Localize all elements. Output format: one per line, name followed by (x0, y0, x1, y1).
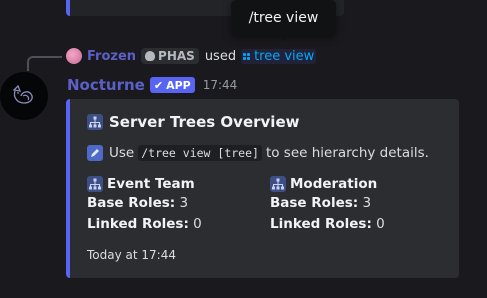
embed-card: Server Trees Overview Use /tree view [tr… (66, 99, 459, 278)
base-roles-line: Base Roles: 3 (270, 193, 385, 214)
author-name[interactable]: Nocturne (67, 76, 145, 94)
tree-icon (87, 176, 103, 192)
base-roles-value: 3 (362, 195, 372, 211)
command-mention[interactable]: tree view (241, 48, 317, 64)
message-header: Nocturne ✔ APP 17:44 (67, 74, 237, 96)
app-badge-label: APP (166, 78, 191, 92)
pencil-square-icon (87, 145, 103, 161)
description-code: /tree view [tree] (138, 145, 262, 161)
check-icon: ✔ (153, 78, 164, 92)
field-name: Moderation (270, 175, 385, 193)
field-event-team: Event Team Base Roles: 3 Linked Roles: 0 (87, 175, 202, 235)
embed-title: Server Trees Overview (87, 113, 299, 131)
reply-username[interactable]: Frozen (87, 49, 136, 64)
slash-command-icon (243, 52, 251, 60)
field-name-text: Event Team (107, 176, 195, 192)
embed-description: Use /tree view [tree] to see hierarchy d… (87, 145, 429, 161)
linked-roles-value: 0 (193, 216, 202, 232)
field-moderation: Moderation Base Roles: 3 Linked Roles: 0 (270, 175, 385, 235)
clan-tag[interactable]: PHAS (141, 48, 199, 64)
description-suffix: to see hierarchy details. (265, 145, 429, 161)
base-roles-line: Base Roles: 3 (87, 193, 202, 214)
base-roles-label: Base Roles: (270, 195, 359, 211)
base-roles-value: 3 (179, 195, 189, 211)
description-prefix: Use (109, 145, 135, 161)
tree-icon (270, 176, 286, 192)
tree-icon (87, 114, 103, 130)
linked-roles-label: Linked Roles: (270, 216, 372, 232)
linked-roles-label: Linked Roles: (87, 216, 189, 232)
skull-icon (145, 51, 156, 61)
linked-roles-value: 0 (376, 216, 385, 232)
reply-verb: used (204, 48, 237, 64)
app-badge: ✔ APP (149, 77, 195, 93)
field-name: Event Team (87, 175, 202, 193)
bot-avatar[interactable] (0, 72, 48, 120)
embed-footer: Today at 17:44 (87, 248, 176, 262)
reply-avatar[interactable] (66, 48, 82, 64)
linked-roles-line: Linked Roles: 0 (270, 214, 385, 235)
command-tooltip: /tree view (231, 0, 336, 41)
tooltip-arrow (278, 36, 289, 41)
embed-title-text: Server Trees Overview (109, 113, 300, 131)
reply-spine (27, 56, 62, 71)
linked-roles-line: Linked Roles: 0 (87, 214, 202, 235)
command-reply-line[interactable]: Frozen PHAS used tree view (66, 47, 317, 65)
chat-view: /tree view Frozen PHAS used tree view No… (0, 0, 487, 298)
command-name: tree view (254, 48, 315, 64)
cat-logo-icon (12, 84, 33, 104)
base-roles-label: Base Roles: (87, 195, 176, 211)
clan-tag-label: PHAS (158, 49, 195, 63)
tooltip-text: /tree view (248, 10, 319, 26)
field-name-text: Moderation (290, 176, 378, 192)
message-timestamp[interactable]: 17:44 (203, 78, 238, 92)
